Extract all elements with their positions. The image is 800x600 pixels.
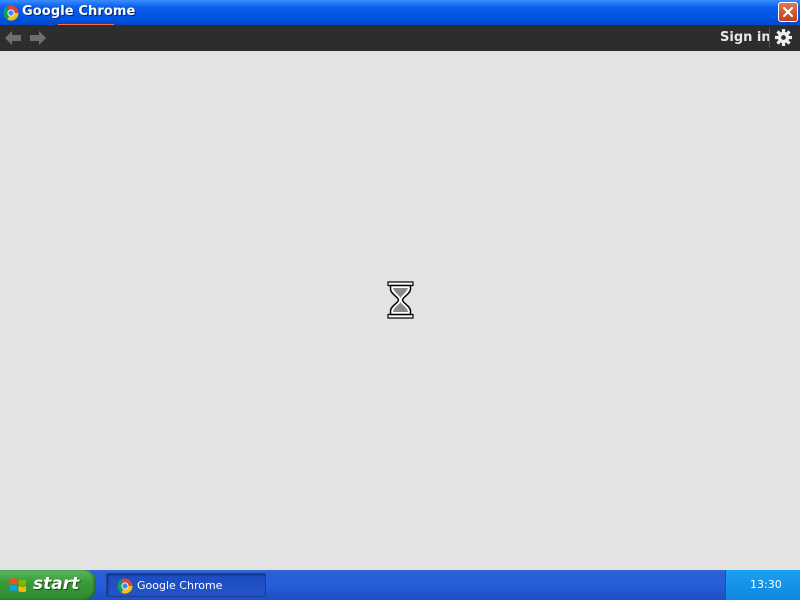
forward-arrow-icon[interactable] [28, 28, 48, 48]
chrome-icon [3, 5, 19, 21]
gear-icon[interactable] [774, 28, 793, 47]
page-content [0, 51, 800, 570]
close-button[interactable] [778, 2, 798, 22]
toolbar-divider [769, 28, 770, 48]
window-titlebar[interactable]: Google Chrome [0, 0, 800, 26]
back-arrow-icon[interactable] [3, 28, 23, 48]
system-tray: 13:30 [725, 570, 800, 600]
sign-in-button[interactable]: Sign in [720, 30, 771, 45]
browser-toolbar: Sign in [0, 25, 800, 51]
start-button[interactable]: start [0, 570, 96, 600]
taskbar-item-label: Google Chrome [137, 579, 223, 592]
taskbar-item-chrome[interactable]: Google Chrome [106, 573, 266, 597]
start-label: start [33, 574, 80, 594]
chrome-icon [117, 578, 133, 594]
close-icon [782, 6, 794, 18]
clock[interactable]: 13:30 [750, 578, 782, 591]
taskbar: start Google Chrome 13:30 [0, 570, 800, 600]
windows-logo-icon [10, 578, 26, 593]
window-title: Google Chrome [22, 4, 136, 19]
hourglass-icon [387, 281, 414, 319]
